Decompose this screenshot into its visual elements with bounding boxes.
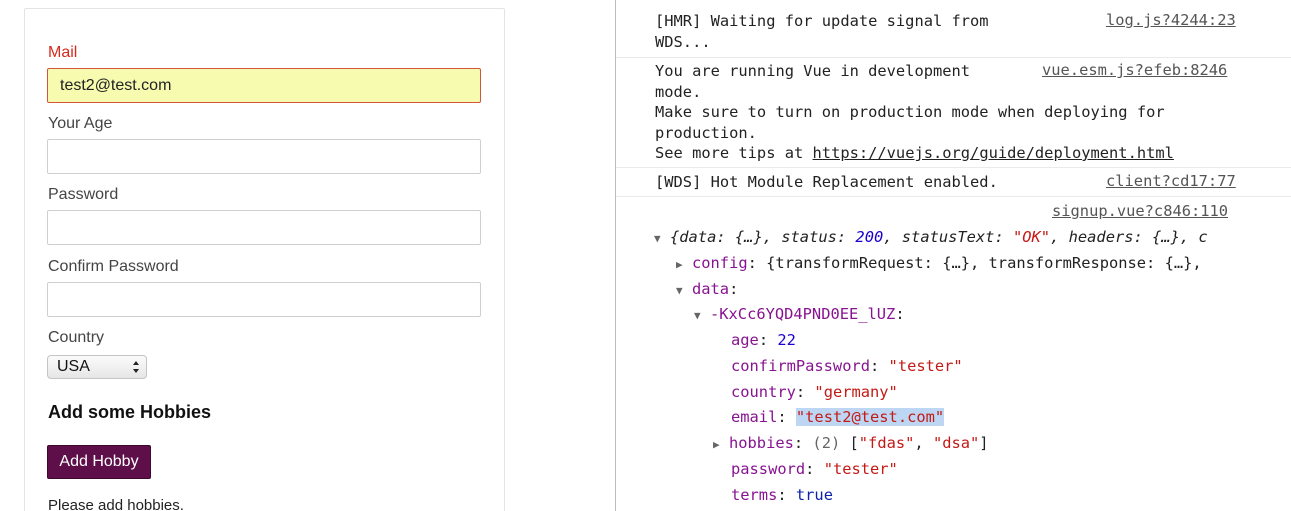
field-country: country: "germany" — [731, 383, 898, 401]
selected-email-value: "test2@test.com" — [795, 408, 945, 426]
country-select[interactable]: USA — [47, 355, 147, 379]
console-message-tips: See more tips at https://vuejs.org/guide… — [655, 143, 1174, 164]
console-message-vue: You are running Vue in development vue.e… — [616, 58, 1291, 168]
tree-node-config[interactable]: ▶ config: {transformRequest: {…}, transfo… — [676, 253, 1202, 275]
confirm-password-input[interactable] — [47, 282, 481, 317]
hobbies-hint: Please add hobbies. — [48, 497, 184, 511]
expanded-triangle-icon[interactable]: ▼ — [654, 229, 670, 249]
console-message-text: [HMR] Waiting for update signal from WDS… — [655, 12, 989, 51]
age-input[interactable] — [47, 139, 481, 174]
add-hobby-button[interactable]: Add Hobby — [47, 445, 151, 479]
console-message-body: mode. Make sure to turn on production mo… — [655, 82, 1165, 142]
console-message-wds: [WDS] Hot Module Replacement enabled. cl… — [616, 168, 1291, 197]
console-source-link[interactable]: log.js?4244:23 — [1106, 11, 1236, 29]
console-source-link[interactable]: signup.vue?c846:110 — [1052, 202, 1228, 220]
mail-label: Mail — [48, 44, 78, 61]
select-arrows-icon — [133, 361, 139, 373]
field-hobbies[interactable]: ▶ hobbies: (2) ["fdas", "dsa"] — [713, 433, 989, 455]
field-email: email: "test2@test.com" — [731, 408, 945, 426]
confirm-password-label: Confirm Password — [48, 258, 179, 275]
console-message-hmr: [HMR] Waiting for update signal from WDS… — [616, 0, 1291, 58]
collapsed-triangle-icon[interactable]: ▶ — [676, 255, 692, 275]
signup-form: Mail Your Age Password Confirm Password … — [24, 8, 505, 511]
field-confirm-password: confirmPassword: "tester" — [731, 357, 963, 375]
tree-node-data[interactable]: ▼ data: — [676, 279, 738, 301]
expanded-triangle-icon[interactable]: ▼ — [676, 281, 692, 301]
country-label: Country — [48, 329, 105, 346]
console-message-line1: You are running Vue in development — [655, 62, 971, 80]
devtools-console: [HMR] Waiting for update signal from WDS… — [615, 0, 1291, 511]
age-label: Your Age — [48, 115, 113, 132]
field-password: password: "tester" — [731, 460, 898, 478]
mail-input[interactable] — [47, 68, 481, 103]
country-selected-value: USA — [57, 358, 90, 375]
hobbies-heading: Add some Hobbies — [48, 402, 212, 422]
response-object-summary[interactable]: ▼ {data: {…}, status: 200, statusText: "O… — [654, 227, 1208, 249]
password-input[interactable] — [47, 210, 481, 245]
tips-prefix: See more tips at — [655, 144, 813, 162]
console-source-link[interactable]: vue.esm.js?efeb:8246 — [1042, 61, 1227, 79]
password-label: Password — [48, 186, 119, 203]
tree-node-record[interactable]: ▼ -KxCc6YQD4PND0EE_lUZ: — [694, 304, 905, 326]
console-source-link[interactable]: client?cd17:77 — [1106, 172, 1236, 190]
collapsed-triangle-icon[interactable]: ▶ — [713, 435, 729, 455]
console-message-text: [WDS] Hot Module Replacement enabled. — [655, 173, 998, 191]
expanded-triangle-icon[interactable]: ▼ — [694, 306, 710, 326]
deployment-guide-link[interactable]: https://vuejs.org/guide/deployment.html — [813, 144, 1174, 162]
field-age: age: 22 — [731, 331, 796, 349]
field-terms: terms: true — [731, 486, 833, 504]
